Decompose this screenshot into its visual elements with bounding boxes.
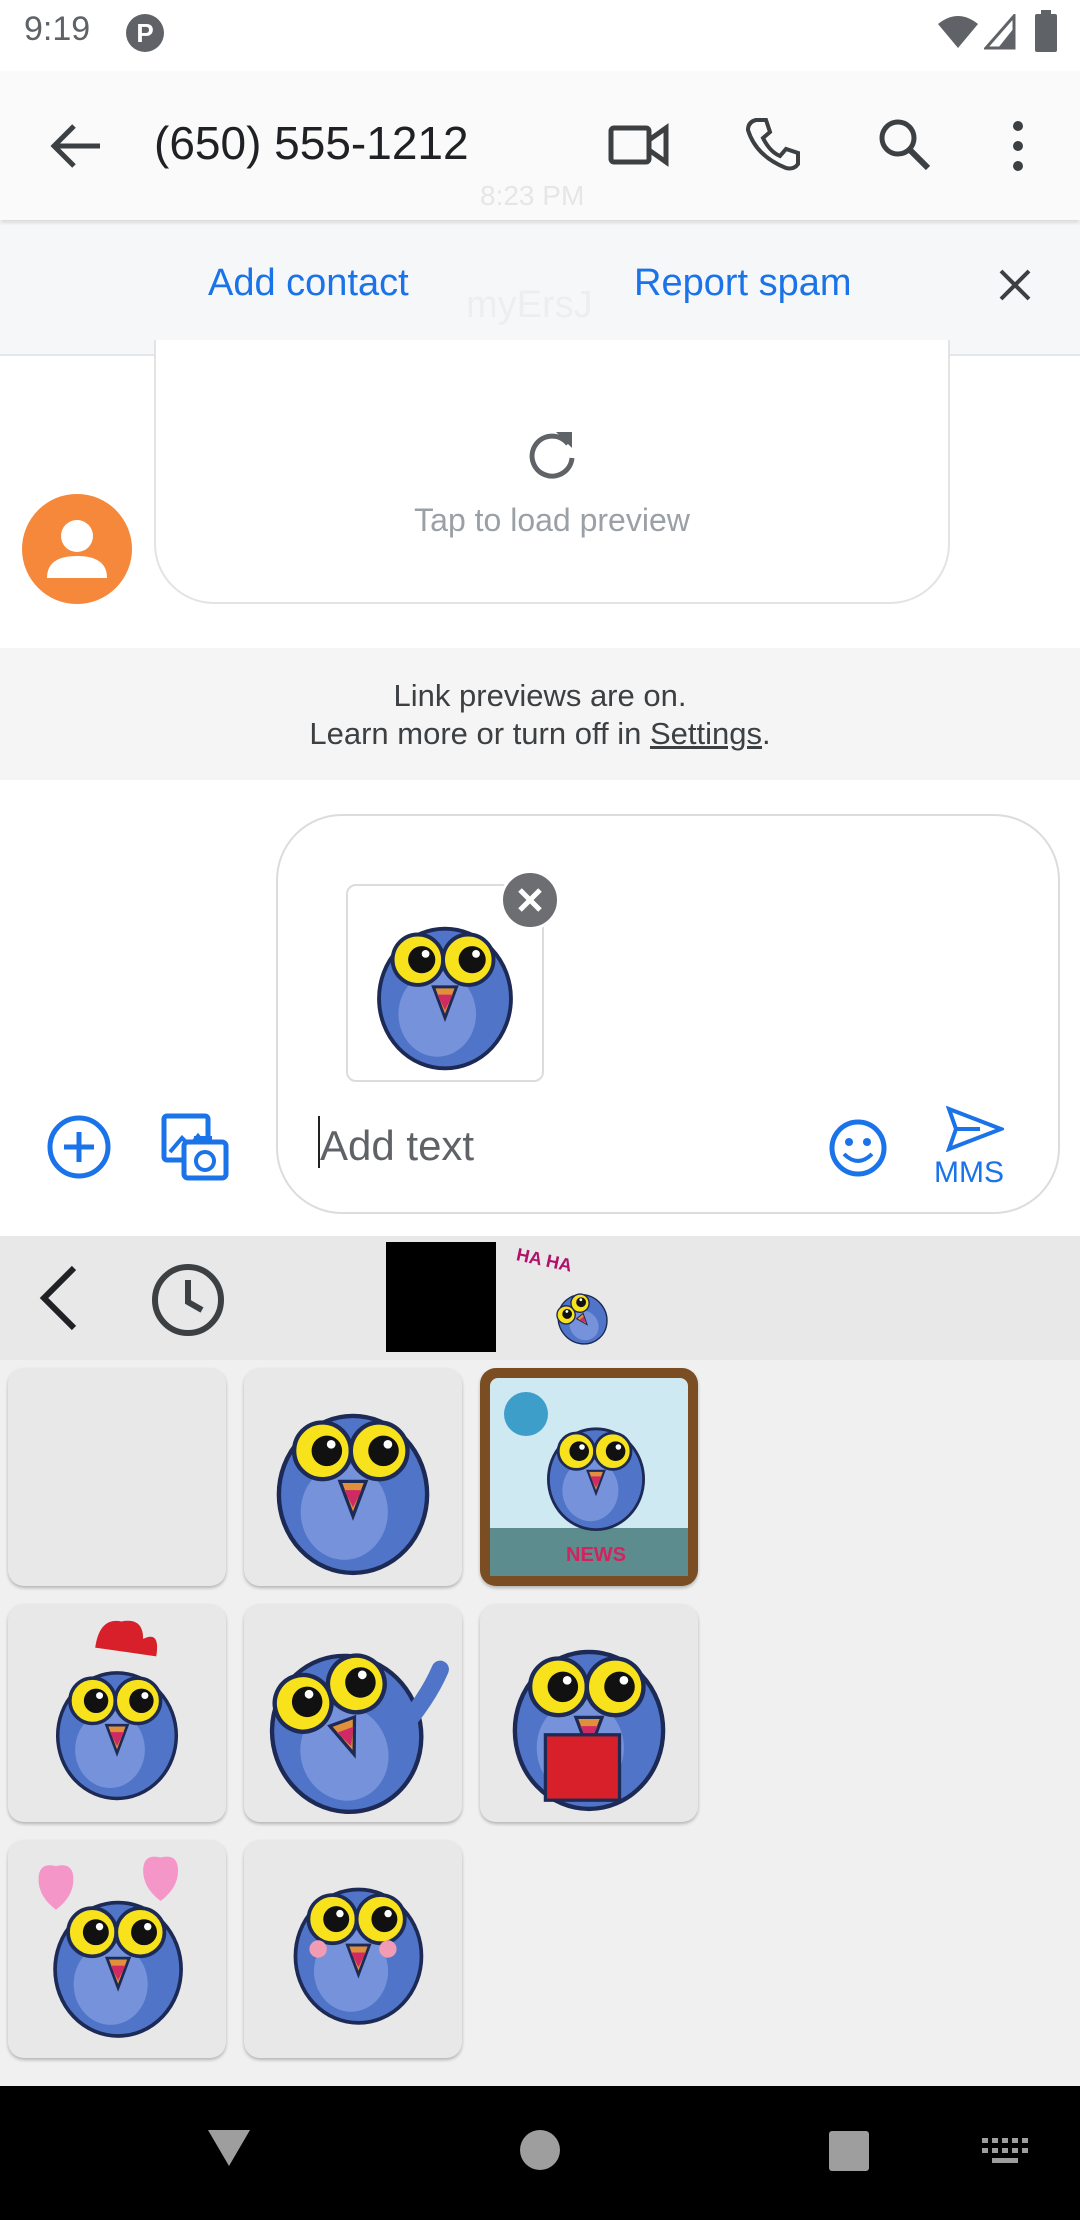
recent-clock-icon[interactable]: [150, 1262, 226, 1338]
settings-link[interactable]: Settings: [650, 716, 762, 751]
ghost-text: myErsJ: [466, 284, 593, 326]
keyboard-icon[interactable]: [982, 2138, 1028, 2166]
phone-icon[interactable]: [744, 116, 800, 172]
link-preview-notice: Link previews are on. Learn more or turn…: [0, 648, 1080, 780]
send-icon[interactable]: [946, 1106, 1004, 1152]
chevron-left-icon[interactable]: [36, 1264, 80, 1332]
refresh-icon[interactable]: [526, 428, 578, 480]
tap-to-load-preview[interactable]: Tap to load preview: [156, 502, 948, 539]
avatar[interactable]: [22, 494, 132, 604]
owl-waving-image: [244, 1604, 449, 1822]
more-vert-icon[interactable]: [1008, 118, 1028, 174]
contact-title: (650) 555-1212: [154, 117, 469, 169]
owl-hearts-image: [38, 1856, 183, 2038]
news-frame: NEWS: [490, 1378, 688, 1576]
nav-home-icon[interactable]: [518, 2128, 562, 2172]
sticker-owl-surprised[interactable]: [244, 1368, 462, 1586]
add-contact-button[interactable]: Add contact: [208, 262, 409, 305]
owl-anchor-image: [547, 1427, 645, 1531]
video-call-icon[interactable]: [608, 120, 670, 168]
notice-line-1: Link previews are on.: [393, 678, 687, 713]
ghost-timestamp: 8:23 PM: [480, 180, 585, 211]
close-icon[interactable]: [998, 268, 1032, 302]
notification-p-icon: P: [126, 14, 164, 52]
remove-attachment-icon[interactable]: [500, 870, 560, 930]
sticker-owl-shy[interactable]: [244, 1840, 462, 2058]
owl-shy-image: [293, 1887, 424, 2025]
notice-line-2: Learn more or turn off in Settings.: [0, 716, 1080, 752]
haha-caption: HA HA: [514, 1244, 574, 1276]
spam-banner: myErsJ Add contact Report spam: [0, 222, 1080, 356]
sticker-grid: NEWS: [0, 1360, 1080, 2086]
signal-icon: [984, 14, 1016, 50]
laughing-owl-icon: [547, 1283, 614, 1350]
add-attachment-icon[interactable]: [46, 1114, 112, 1180]
sticker-tabs-bar: HA HA: [0, 1236, 1080, 1360]
owl-reading-image: [480, 1604, 698, 1822]
news-caption: NEWS: [566, 1544, 626, 1566]
status-time: 9:19: [24, 10, 91, 48]
search-icon[interactable]: [876, 116, 932, 172]
nav-recents-icon[interactable]: [828, 2130, 870, 2172]
text-caret: [318, 1116, 320, 1168]
notice-suffix: .: [762, 716, 771, 751]
navigation-bar: [0, 2086, 1080, 2220]
owl-surprised-image: [244, 1368, 462, 1586]
sticker-owl-hearts[interactable]: [8, 1840, 226, 2058]
back-arrow-icon[interactable]: [50, 122, 102, 170]
wifi-icon: [938, 16, 978, 48]
person-icon: [47, 520, 107, 578]
send-mms-label[interactable]: MMS: [934, 1156, 1004, 1190]
sticker-pack-tab-haha[interactable]: HA HA: [514, 1244, 624, 1354]
sticker-owl-waving[interactable]: [244, 1604, 462, 1822]
link-preview-card[interactable]: Tap to load preview: [154, 340, 950, 604]
gallery-camera-icon[interactable]: [160, 1112, 230, 1182]
battery-icon: [1035, 10, 1057, 52]
sticker-owl-news[interactable]: NEWS: [480, 1368, 698, 1586]
sticker-owl-reading[interactable]: [480, 1604, 698, 1822]
emoji-icon[interactable]: [828, 1118, 888, 1178]
notice-prefix: Learn more or turn off in: [309, 716, 650, 751]
report-spam-button[interactable]: Report spam: [634, 262, 852, 305]
message-text-input[interactable]: [318, 1110, 802, 1182]
owl-rooster-image: [55, 1620, 179, 1801]
sticker-owl-rooster[interactable]: [8, 1604, 226, 1822]
sticker-empty[interactable]: [8, 1368, 226, 1586]
status-bar: 9:19 P: [0, 0, 1080, 66]
nav-back-icon[interactable]: [206, 2126, 252, 2168]
sticker-pack-tab-selected[interactable]: [386, 1242, 496, 1352]
app-bar: (650) 555-1212 8:23 PM: [0, 72, 1080, 220]
compose-box: MMS: [276, 814, 1060, 1214]
